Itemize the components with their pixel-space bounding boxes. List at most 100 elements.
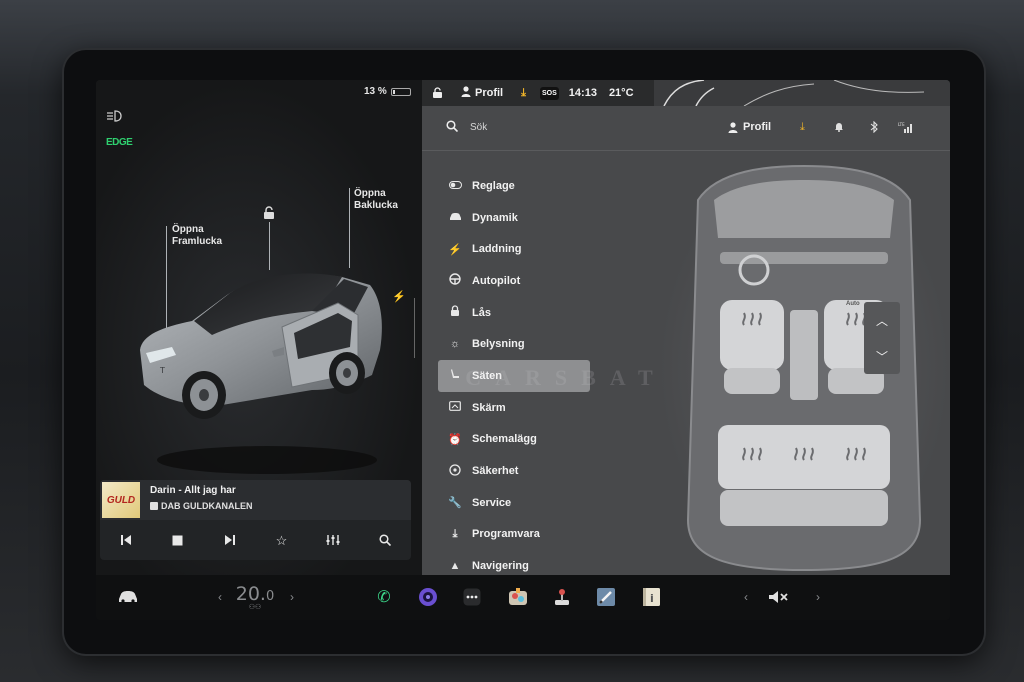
settings-menu-label: Säkerhet xyxy=(472,465,519,478)
settings-menu-label: Lås xyxy=(472,306,491,319)
frunk-callout-line1: Öppna xyxy=(172,224,204,235)
sos-label: SOS xyxy=(540,86,559,100)
cabin-temperature[interactable]: 20.0 ⚇⚇ xyxy=(232,583,278,611)
media-player[interactable]: GULD Darin - Allt jag har DAB GULDKANALE… xyxy=(100,480,411,560)
radio-source-icon xyxy=(150,502,158,510)
auto-highbeam-icon[interactable]: EDGE xyxy=(106,137,133,148)
bluetooth-icon[interactable] xyxy=(870,120,878,136)
car-icon[interactable] xyxy=(116,583,140,611)
now-playing-bar[interactable]: GULD Darin - Allt jag har DAB GULDKANALE… xyxy=(100,480,411,520)
settings-menu-item[interactable]: Autopilot xyxy=(438,265,598,297)
sos-button[interactable]: SOS xyxy=(540,86,559,100)
unlock-icon[interactable] xyxy=(262,206,276,223)
more-apps-icon[interactable] xyxy=(460,583,484,611)
header-profile-button[interactable]: Profil xyxy=(728,121,771,133)
settings-menu-item[interactable]: ⤓ Programvara xyxy=(438,519,598,551)
settings-menu-item[interactable]: Säten xyxy=(438,360,590,392)
stop-icon[interactable] xyxy=(165,534,191,549)
profile-status[interactable]: Profil xyxy=(461,86,503,100)
settings-menu-item[interactable]: Säkerhet xyxy=(438,455,598,487)
settings-menu-label: Schemalägg xyxy=(472,433,537,446)
settings-menu-label: Skärm xyxy=(472,401,506,414)
map-preview[interactable] xyxy=(654,80,950,106)
settings-menu-label: Belysning xyxy=(472,338,525,351)
settings-search-input[interactable]: Sök xyxy=(470,122,487,133)
cabin-temperature-value: 20. xyxy=(235,583,266,605)
volume-down-chevron-icon[interactable]: ‹ xyxy=(740,583,752,611)
car-visualization-pane: 13 % EDGE Öppna Framlucka Öppna Baklucka… xyxy=(96,80,422,575)
svg-text:LTE: LTE xyxy=(898,122,905,127)
equalizer-icon[interactable] xyxy=(320,534,346,549)
settings-menu-item[interactable]: Reglage xyxy=(438,170,598,202)
star-icon[interactable]: ☆ xyxy=(268,533,294,549)
safety-icon xyxy=(448,463,462,479)
volume-up-chevron-icon[interactable]: › xyxy=(812,583,824,611)
station-name: DAB GULDKANALEN xyxy=(161,501,253,511)
skip-previous-icon[interactable] xyxy=(113,534,139,549)
unlock-status-icon[interactable] xyxy=(432,87,443,99)
rear-center-seat-heater[interactable] xyxy=(786,435,826,475)
chevron-up-icon[interactable]: ︿ xyxy=(864,302,900,338)
seat-icon xyxy=(448,368,462,383)
trunk-callout[interactable]: Öppna Baklucka xyxy=(354,188,398,212)
rear-right-seat-heater[interactable] xyxy=(838,435,878,475)
settings-menu-item[interactable]: ☼ Belysning xyxy=(438,328,598,360)
light-icon: ☼ xyxy=(449,338,461,351)
wrench-icon: 🔧 xyxy=(448,497,462,510)
seat-heater-view: Auto xyxy=(658,160,950,575)
skip-next-icon[interactable] xyxy=(217,534,243,549)
frunk-callout[interactable]: Öppna Framlucka xyxy=(172,224,222,248)
car-icon xyxy=(448,212,462,224)
steering-wheel-icon xyxy=(448,273,462,288)
headlight-icon[interactable] xyxy=(106,110,122,125)
auto-seat-heat-label: Auto xyxy=(846,301,860,307)
chevron-down-icon[interactable]: ﹀ xyxy=(864,338,900,374)
settings-menu-label: Autopilot xyxy=(472,274,521,287)
settings-menu-label: Programvara xyxy=(472,528,540,541)
download-icon[interactable]: ⤓ xyxy=(521,87,526,100)
touchscreen: 13 % EDGE Öppna Framlucka Öppna Baklucka… xyxy=(96,80,950,620)
notification-bell-icon[interactable] xyxy=(834,121,844,135)
navigation-icon: ▲ xyxy=(449,560,461,573)
toggle-icon xyxy=(448,180,462,192)
settings-menu-item[interactable]: ⚡ Laddning xyxy=(438,233,598,265)
arcade-joystick-icon[interactable] xyxy=(550,583,574,611)
settings-menu-item[interactable]: Dynamik xyxy=(438,202,598,234)
settings-menu-label: Dynamik xyxy=(472,211,518,224)
svg-text:T: T xyxy=(159,366,165,375)
song-title: Darin - Allt jag har xyxy=(150,485,236,496)
station-info: DAB GULDKANALEN xyxy=(150,501,253,511)
temp-decrease-chevron-icon[interactable]: ‹ xyxy=(214,583,226,611)
cabin-temperature-decimal: 0 xyxy=(265,589,275,604)
settings-menu-item[interactable]: Skärm xyxy=(438,392,598,424)
clock: 14:13 xyxy=(568,87,597,99)
manual-info-icon[interactable]: i xyxy=(640,583,664,611)
person-icon xyxy=(461,86,471,100)
settings-menu-item[interactable]: 🔧 Service xyxy=(438,487,598,519)
temp-increase-chevron-icon[interactable]: › xyxy=(286,583,298,611)
lte-signal-icon: LTE xyxy=(898,121,914,136)
settings-pane: Profil ⤓ SOS 14:13 21°C Sök Profil ⤓ LTE… xyxy=(422,80,950,575)
frunk-callout-line2: Framlucka xyxy=(172,236,223,247)
album-art: GULD xyxy=(102,482,140,518)
settings-menu-label: Säten xyxy=(472,369,502,382)
settings-menu-label: Laddning xyxy=(472,243,522,256)
settings-menu-item[interactable]: Lås xyxy=(438,297,598,329)
lightning-icon: ⚡ xyxy=(448,243,462,256)
charge-port-icon[interactable]: ⚡ xyxy=(392,290,406,303)
rear-left-seat-heater[interactable] xyxy=(734,435,774,475)
car-3d-model: T xyxy=(132,255,392,485)
sketchpad-icon[interactable] xyxy=(594,583,618,611)
mute-speaker-icon[interactable] xyxy=(766,583,792,611)
phone-icon[interactable]: ✆ xyxy=(372,583,396,611)
media-controls: ☆ xyxy=(100,524,411,558)
settings-menu-item[interactable]: ⏰ Schemalägg xyxy=(438,424,598,456)
toybox-icon[interactable] xyxy=(506,583,530,611)
software-update-icon[interactable]: ⤓ xyxy=(800,121,805,134)
driver-seat-heater[interactable] xyxy=(746,310,786,350)
search-icon[interactable] xyxy=(372,533,398,549)
fan-icon: ⚇⚇ xyxy=(248,604,262,611)
camera-icon[interactable] xyxy=(416,583,440,611)
settings-search-icon[interactable] xyxy=(446,120,459,135)
settings-menu: Reglage Dynamik ⚡ Laddning Autopilot Lås ☼ Bely… xyxy=(438,170,598,582)
